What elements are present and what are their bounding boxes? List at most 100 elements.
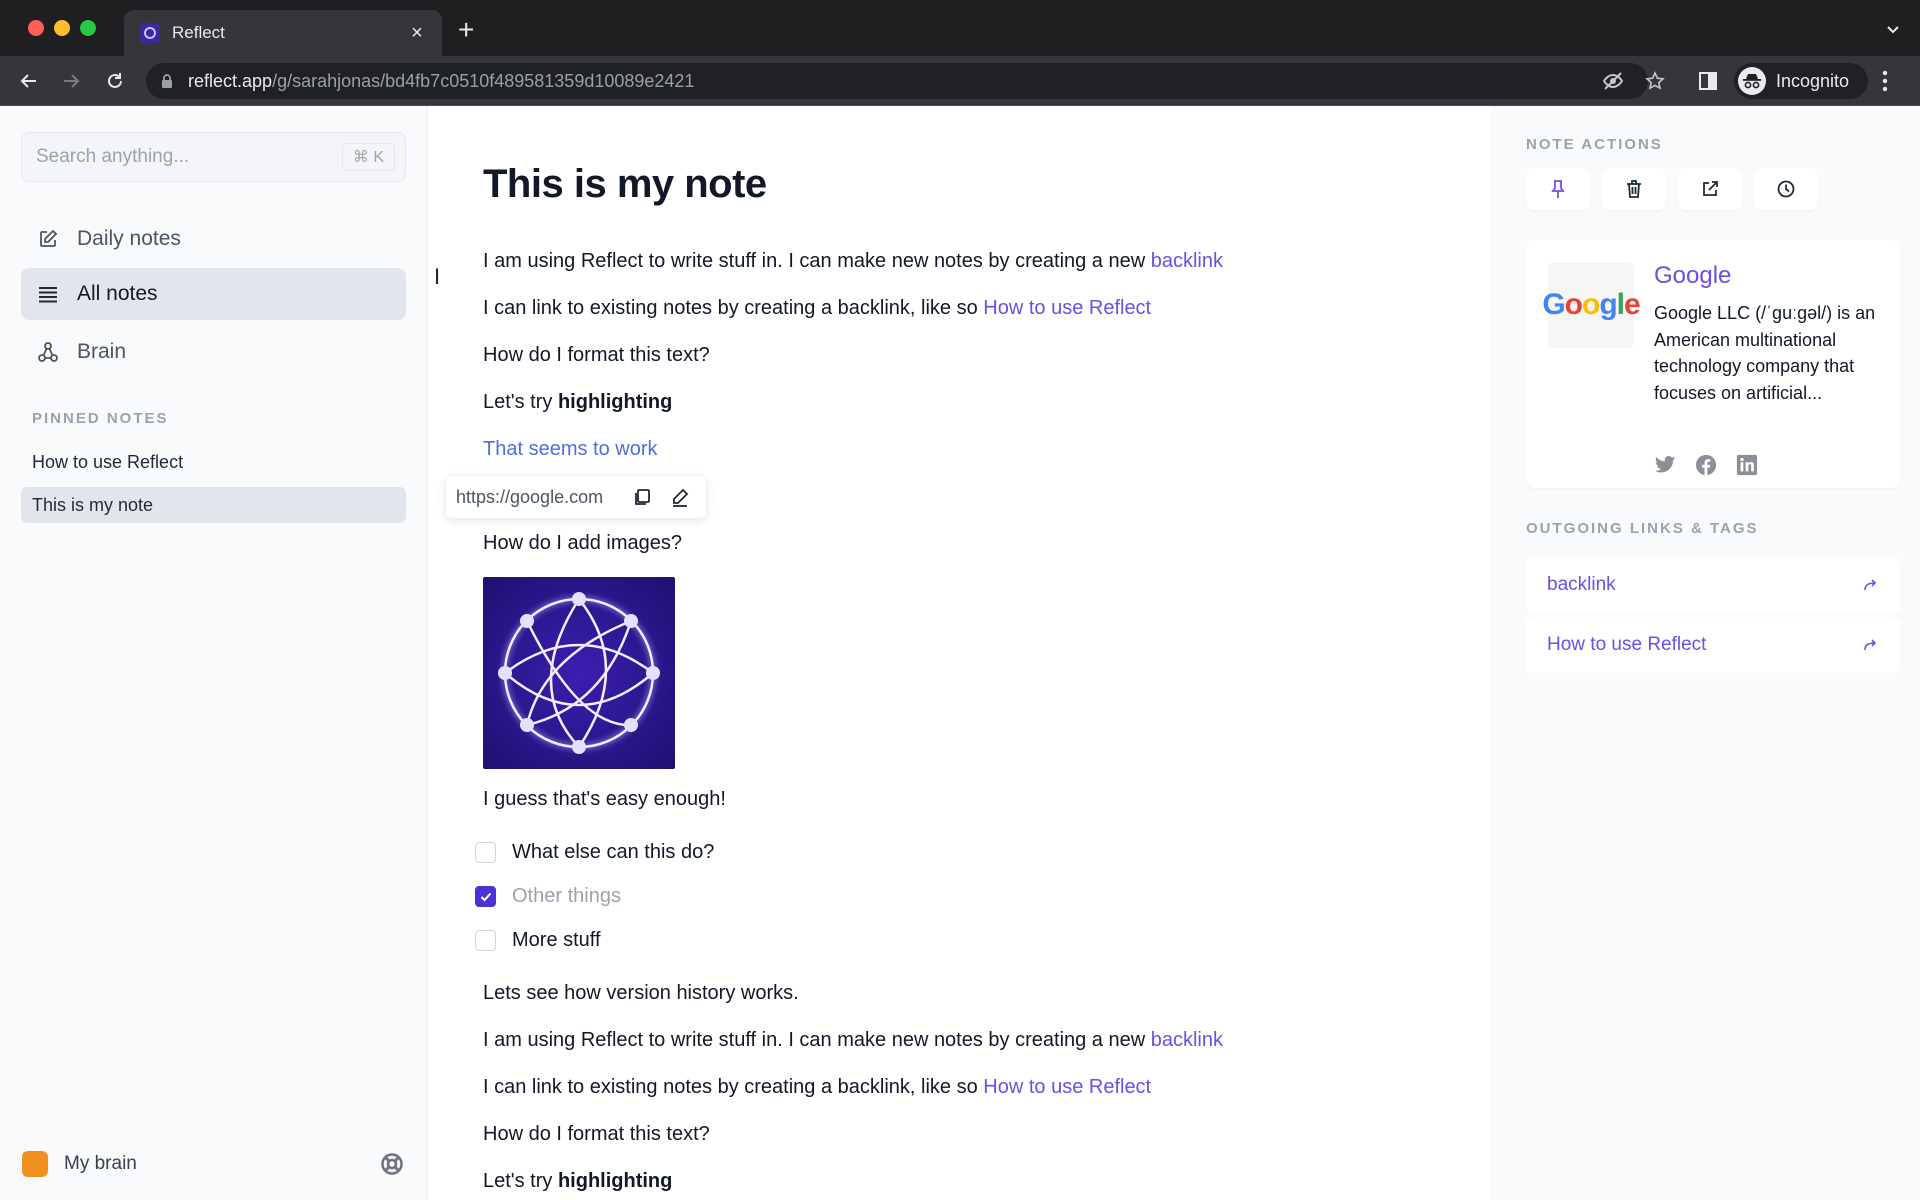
paragraph: I can link to existing notes by creating… — [483, 1076, 1151, 1099]
browser-toolbar: reflect.app/g/sarahjonas/bd4fb7c0510f489… — [0, 56, 1920, 106]
how-to-use-reflect-link[interactable]: How to use Reflect — [983, 1076, 1151, 1098]
outgoing-link-how-to-use-reflect[interactable]: How to use Reflect — [1526, 617, 1900, 673]
search-input[interactable]: Search anything... ⌘ K — [21, 132, 406, 182]
paragraph-text: I am using Reflect to write stuff in. I … — [483, 1029, 1151, 1051]
sidebar-item-label: All notes — [77, 282, 158, 305]
sidebar-item-label: Daily notes — [77, 227, 181, 250]
address-bar[interactable]: reflect.app/g/sarahjonas/bd4fb7c0510f489… — [146, 63, 1648, 99]
sidebar-item-label: Brain — [77, 340, 127, 363]
brain-color-swatch[interactable] — [22, 1151, 48, 1177]
paragraph: Let's try highlighting — [483, 391, 672, 414]
how-to-use-reflect-link[interactable]: How to use Reflect — [983, 297, 1151, 319]
paragraph: I am using Reflect to write stuff in. I … — [483, 1029, 1223, 1052]
popover-url[interactable]: https://google.com — [456, 487, 630, 508]
browser-tab[interactable]: Reflect × — [124, 10, 442, 56]
preview-title[interactable]: Google — [1654, 262, 1731, 290]
forward-button[interactable] — [58, 68, 84, 94]
paragraph: How do I format this text? — [483, 344, 710, 366]
incognito-profile-button[interactable]: Incognito — [1734, 63, 1868, 99]
open-external-button[interactable] — [1678, 168, 1742, 210]
sidebar: Search anything... ⌘ K Daily notes All n… — [0, 106, 428, 1200]
note-title[interactable]: This is my note — [483, 162, 767, 207]
back-button[interactable] — [16, 68, 42, 94]
tab-search-chevron-icon[interactable] — [1886, 22, 1900, 40]
tab-title: Reflect — [172, 23, 225, 42]
brain-name[interactable]: My brain — [64, 1153, 380, 1175]
window-maximize-button[interactable] — [80, 20, 96, 36]
outgoing-link-label: backlink — [1547, 574, 1616, 595]
search-placeholder: Search anything... — [36, 146, 190, 167]
clock-icon — [1777, 180, 1795, 198]
note-editor[interactable]: I This is my note I am using Reflect to … — [429, 106, 1491, 1200]
pin-icon — [1551, 180, 1565, 198]
side-panel-icon[interactable] — [1698, 71, 1718, 96]
twitter-icon[interactable] — [1654, 454, 1676, 476]
pinned-note-how-to-use-reflect[interactable]: How to use Reflect — [21, 444, 406, 480]
todo-text: Other things — [512, 885, 621, 907]
external-link[interactable]: That seems to work — [483, 438, 658, 460]
linkedin-icon[interactable] — [1736, 454, 1758, 476]
checkmark-icon — [480, 892, 491, 901]
help-lifebuoy-icon[interactable] — [380, 1152, 404, 1176]
outgoing-link-backlink[interactable]: backlink — [1526, 557, 1900, 613]
todo-checkbox[interactable] — [475, 930, 496, 951]
window-minimize-button[interactable] — [54, 20, 70, 36]
bookmark-star-icon[interactable] — [1645, 71, 1665, 96]
paragraph: How do I add images? — [483, 532, 683, 554]
url-host: reflect.app — [188, 70, 273, 91]
note-actions-heading: NOTE ACTIONS — [1526, 136, 1663, 153]
todo-item: More stuff — [475, 929, 601, 952]
todo-checkbox-checked[interactable] — [475, 886, 496, 907]
browser-menu-icon[interactable] — [1882, 70, 1888, 97]
reflect-app: Search anything... ⌘ K Daily notes All n… — [0, 106, 1920, 1200]
browser-titlebar: Reflect × + — [0, 0, 1920, 56]
todo-item: Other things — [475, 885, 621, 908]
delete-note-button[interactable] — [1602, 168, 1666, 210]
paragraph: That seems to work — [483, 438, 658, 461]
paragraph-text: I can link to existing notes by creating… — [483, 1076, 984, 1098]
todo-item: What else can this do? — [475, 841, 714, 864]
pinned-note-this-is-my-note[interactable]: This is my note — [21, 487, 406, 523]
text-cursor-icon: I — [434, 264, 441, 289]
paragraph-text: Let's try — [483, 391, 558, 413]
pin-note-button[interactable] — [1526, 168, 1590, 210]
reload-button[interactable] — [102, 68, 128, 94]
external-link-icon — [1703, 181, 1718, 196]
todo-checkbox[interactable] — [475, 842, 496, 863]
preview-description: Google LLC (/ˈɡuːɡəl/) is an American mu… — [1654, 303, 1876, 403]
sidebar-item-brain[interactable]: Brain — [21, 326, 406, 378]
brain-network-image[interactable] — [483, 577, 675, 769]
pinned-notes-heading: PINNED NOTES — [32, 410, 169, 427]
todo-text: What else can this do? — [512, 841, 715, 863]
paragraph: I guess that's easy enough! — [483, 788, 726, 810]
backlink-link[interactable]: backlink — [1151, 250, 1223, 272]
lock-icon — [162, 74, 172, 88]
edit-link-pencil-icon[interactable] — [668, 485, 692, 509]
paragraph-text: I can link to existing notes by creating… — [483, 297, 984, 319]
incognito-label: Incognito — [1776, 70, 1850, 91]
google-logo: Google — [1542, 262, 1641, 348]
tab-close-icon[interactable]: × — [406, 22, 428, 45]
trash-icon — [1627, 180, 1641, 198]
window-close-button[interactable] — [28, 20, 44, 36]
url-path: /g/sarahjonas/bd4fb7c0510f489581359d1008… — [272, 70, 695, 91]
backlink-link[interactable]: backlink — [1151, 1029, 1223, 1051]
bold-text: highlighting — [557, 391, 673, 413]
forward-arrow-icon — [1864, 639, 1877, 651]
paragraph-text: I am using Reflect to write stuff in. I … — [483, 250, 1151, 272]
facebook-icon[interactable] — [1695, 454, 1717, 476]
sidebar-item-all-notes[interactable]: All notes — [21, 268, 406, 320]
paragraph: I am using Reflect to write stuff in. I … — [483, 250, 1223, 273]
incognito-icon — [1738, 67, 1766, 95]
sidebar-item-daily-notes[interactable]: Daily notes — [21, 213, 406, 265]
copy-icon[interactable] — [630, 485, 654, 509]
outgoing-links-heading: OUTGOING LINKS & TAGS — [1526, 520, 1759, 537]
tracking-protection-eye-off-icon[interactable] — [1602, 71, 1624, 96]
bold-text: highlighting — [557, 1170, 673, 1192]
outgoing-link-label: How to use Reflect — [1547, 634, 1707, 655]
paragraph: Lets see how version history works. — [483, 982, 799, 1004]
brain-switcher: My brain — [21, 1144, 406, 1184]
new-tab-button[interactable]: + — [458, 16, 474, 44]
todo-text: More stuff — [512, 929, 601, 951]
version-history-button[interactable] — [1754, 168, 1818, 210]
